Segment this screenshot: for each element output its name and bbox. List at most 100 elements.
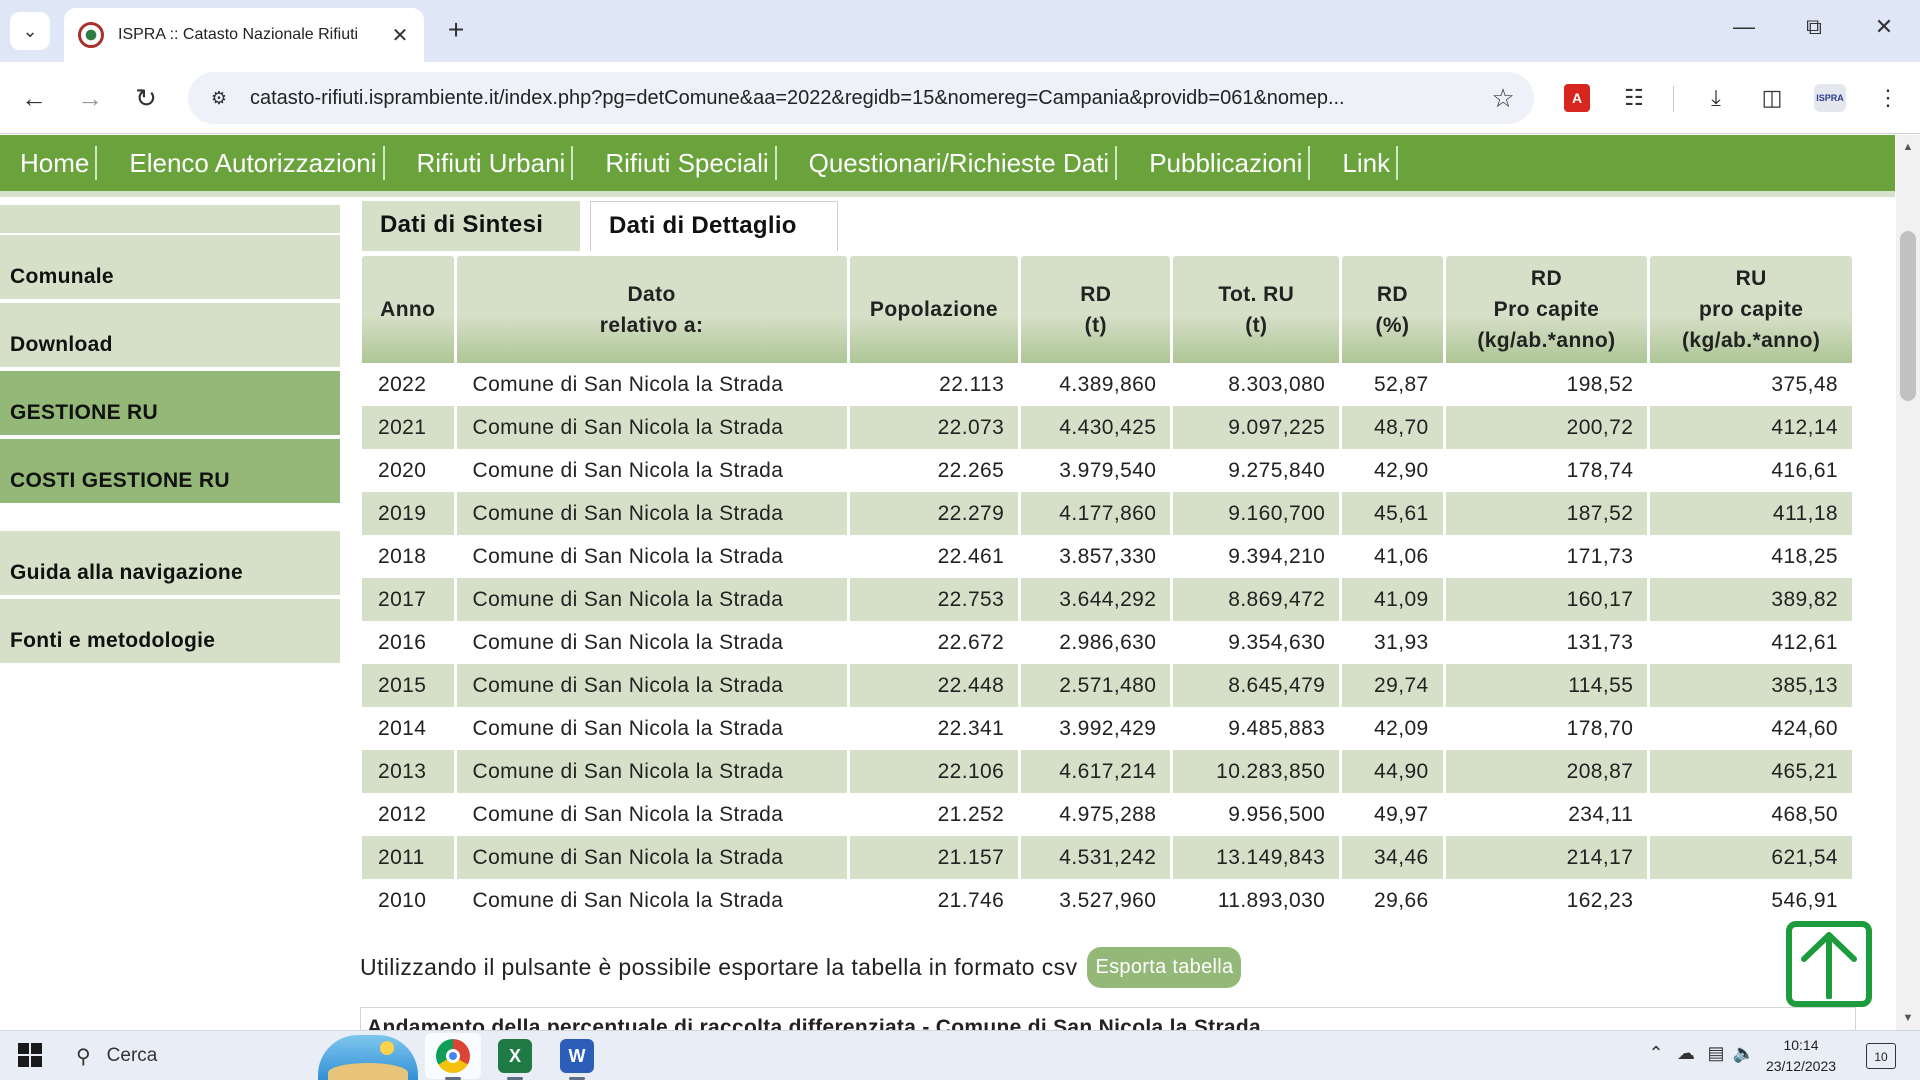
reload-icon[interactable]: ↻ [128,80,164,116]
volume-icon[interactable]: 🔈 [1732,1043,1756,1064]
cell-ru-procapite: 389,82 [1650,578,1852,621]
nav-rifiuti-urbani[interactable]: Rifiuti Urbani [411,146,574,180]
site-info-icon[interactable]: ⚙ [204,83,234,113]
cell-rd-t: 4.975,288 [1059,802,1157,826]
cell-ru-procapite: 546,91 [1771,888,1838,912]
new-tab-plus-icon[interactable]: + [440,14,472,46]
cell-popolazione: 22.073 [849,406,1019,449]
nav-elenco-autorizzazioni[interactable]: Elenco Autorizzazioni [123,146,385,180]
search-highlight-image [318,1035,418,1080]
close-icon[interactable]: ✕ [390,23,410,48]
restore-icon[interactable]: ⧉ [1794,14,1834,40]
nav-rifiuti-speciali[interactable]: Rifiuti Speciali [599,146,777,180]
table-row: 2011 Comune di San Nicola la Strada 21.157… [362,836,1852,879]
cell-rd-t: 2.986,630 [1059,630,1157,654]
cell-rd-procapite: 208,87 [1445,750,1648,793]
header-line: RD [1376,282,1408,306]
kebab-menu-icon[interactable]: ⋮ [1870,80,1906,116]
cell-anno: 2019 [362,492,454,535]
sidebar-item-fonti[interactable]: Fonti e metodologie [0,599,340,665]
sidebar-item-comunale[interactable]: Comunale [0,235,340,301]
cell-popolazione: 21.157 [849,836,1019,879]
scroll-down-arrow-icon[interactable]: ▼ [1896,1008,1920,1028]
cell-anno: 2021 [362,406,454,449]
tab-dati-dettaglio[interactable]: Dati di Dettaglio [590,201,838,251]
network-icon[interactable]: ▤ [1704,1043,1728,1064]
cell-rd-t: 4.617,214 [1021,750,1171,793]
download-icon[interactable]: ⤓ [1698,80,1734,116]
forward-arrow-icon[interactable]: → [72,80,108,116]
cell-ru-procapite: 416,61 [1771,458,1838,482]
taskbar-search[interactable]: ⚲ Cerca [60,1031,330,1080]
scrollbar-thumb[interactable] [1900,231,1916,401]
notification-icon[interactable]: 10 [1866,1043,1896,1069]
cell-ru-procapite: 375,48 [1771,372,1838,396]
back-to-top-button[interactable] [1786,921,1872,1007]
cell-ru-procapite: 621,54 [1650,836,1852,879]
url-text[interactable]: catasto-rifiuti.isprambiente.it/index.ph… [250,87,1488,110]
cell-rd-t: 3.527,960 [1059,888,1157,912]
nav-home[interactable]: Home [14,146,98,180]
cell-popolazione: 22.113 [939,372,1005,396]
export-row: Utilizzando il pulsante è possibile espo… [360,947,1242,988]
col-header-ru-procapite: RU pro capite (kg/ab.*anno) [1650,256,1852,363]
sidebar-item-gestione-ru[interactable]: GESTIONE RU [0,371,340,437]
cell-popolazione: 21.252 [937,802,1005,826]
esporta-tabella-button[interactable]: Esporta tabella [1087,947,1242,988]
windows-start-icon[interactable] [18,1043,42,1067]
extensions-puzzle-icon[interactable]: ☷ [1616,80,1652,116]
page-scrollbar[interactable]: ▲ ▼ [1896,135,1920,1030]
cell-rd-perc: 31,93 [1374,630,1429,654]
data-tabs: Dati di Sintesi Dati di Dettaglio [362,201,838,251]
cell-comune: Comune di San Nicola la Strada [456,750,847,793]
address-bar[interactable]: ⚙ catasto-rifiuti.isprambiente.it/index.… [188,72,1534,124]
cell-ru-procapite: 411,18 [1650,492,1852,535]
nav-pubblicazioni[interactable]: Pubblicazioni [1143,146,1311,180]
side-panel-icon[interactable]: ◫ [1754,80,1790,116]
nav-link[interactable]: Link [1336,146,1399,180]
cell-comune: Comune di San Nicola la Strada [472,888,784,912]
window-close-icon[interactable]: ✕ [1864,14,1904,40]
sidebar: Comunale Download GESTIONE RU COSTI GEST… [0,205,340,667]
cell-rd-perc: 29,74 [1342,664,1443,707]
cell-rd-perc: 41,06 [1374,544,1429,568]
chrome-taskbar-icon[interactable] [436,1039,470,1073]
pdf-extension-icon[interactable]: A [1564,84,1590,112]
tray-chevron-up-icon[interactable]: ⌃ [1644,1043,1668,1064]
cell-rd-t: 4.177,860 [1021,492,1171,535]
browser-tab-ispra[interactable]: ISPRA :: Catasto Nazionale Rifiuti ✕ [64,8,424,62]
tab-search-button[interactable]: ⌄ [10,12,50,50]
cell-rd-procapite: 160,17 [1445,578,1648,621]
header-line: Anno [380,298,436,321]
cell-rd-perc: 41,09 [1342,578,1443,621]
taskbar-clock[interactable]: 10:14 23/12/2023 [1756,1035,1846,1077]
sidebar-item-download[interactable]: Download [0,303,340,369]
word-taskbar-icon[interactable]: W [560,1039,594,1073]
cell-comune: Comune di San Nicola la Strada [472,630,784,654]
cell-rd-t: 4.430,425 [1021,406,1171,449]
col-header-dato: Dato relativo a: [456,256,847,363]
onedrive-cloud-icon[interactable]: ☁ [1674,1043,1698,1064]
table-row: 2018 Comune di San Nicola la Strada 22.461… [362,535,1852,578]
cell-rd-procapite: 234,11 [1568,802,1634,826]
back-arrow-icon[interactable]: ← [16,80,52,116]
excel-taskbar-icon[interactable]: X [498,1039,532,1073]
sidebar-gap [0,507,340,531]
scroll-up-arrow-icon[interactable]: ▲ [1896,137,1920,157]
header-line: Pro capite [1493,298,1600,321]
cell-tot-ru: 8.869,472 [1173,578,1340,621]
cell-tot-ru: 10.283,850 [1173,750,1340,793]
sidebar-item-guida[interactable]: Guida alla navigazione [0,531,340,597]
cell-rd-t: 4.389,860 [1059,372,1157,396]
header-line: RU [1735,267,1767,290]
tab-dati-sintesi[interactable]: Dati di Sintesi [362,201,580,251]
cell-popolazione: 22.753 [849,578,1019,621]
sidebar-item-costi-gestione-ru[interactable]: COSTI GESTIONE RU [0,439,340,505]
cell-tot-ru: 8.645,479 [1173,664,1340,707]
profile-avatar[interactable]: ISPRA [1814,84,1846,112]
nav-questionari[interactable]: Questionari/Richieste Dati [803,146,1118,180]
cell-comune: Comune di San Nicola la Strada [472,372,784,396]
cell-anno: 2011 [362,836,454,879]
bookmark-star-icon[interactable]: ☆ [1488,83,1518,114]
minimize-icon[interactable]: — [1724,14,1764,40]
